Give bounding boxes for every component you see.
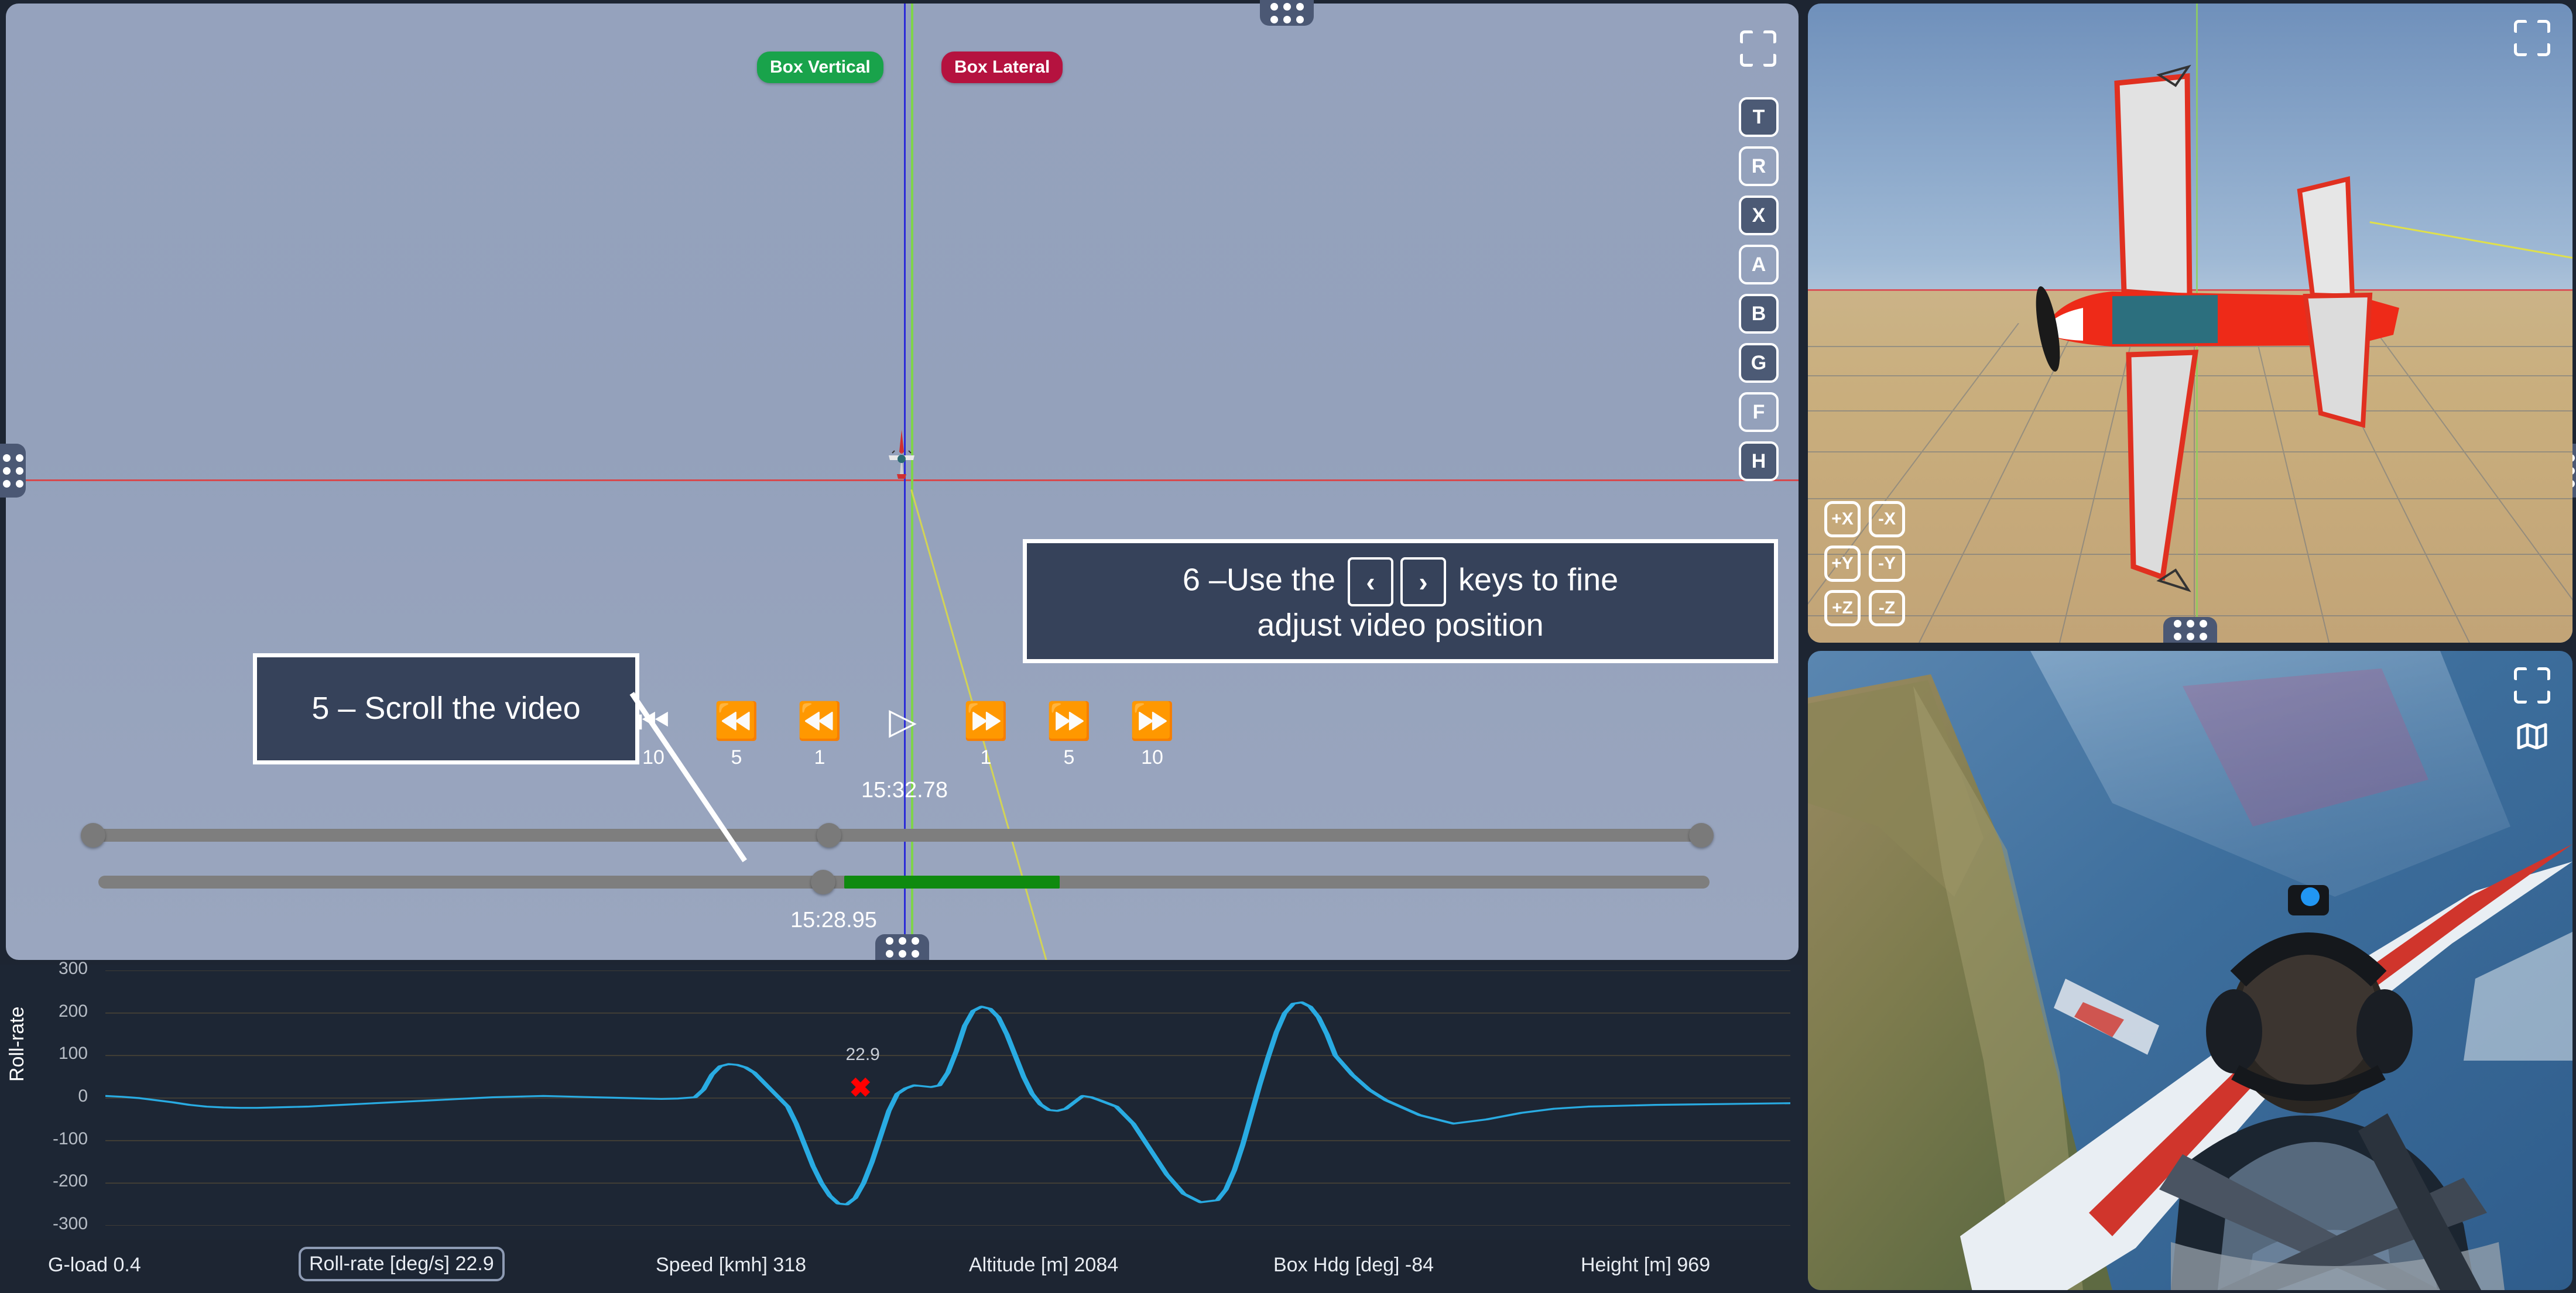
rewind-1-amount: 1 — [814, 746, 825, 769]
rewind-1-button[interactable]: ⏪ 1 — [778, 703, 861, 770]
panel3d-bottom-drag-handle[interactable] — [2163, 617, 2217, 643]
range-slider-knob-middle[interactable] — [817, 823, 841, 848]
forward-1-icon: ⏩ — [963, 701, 1009, 742]
fullscreen-icon-video-panel[interactable] — [2514, 667, 2550, 704]
rewind-1-icon: ⏪ — [797, 701, 842, 742]
key-button-f[interactable]: F — [1739, 392, 1779, 432]
skip-forward-10-amount: 10 — [1141, 746, 1163, 769]
status-box-hdg: Box Hdg [deg] -84 — [1273, 1254, 1434, 1276]
chart-y-tick: 100 — [58, 1044, 88, 1064]
callout-6-prefix: 6 –Use the — [1182, 562, 1335, 598]
key-left-arrow-icon: ‹ — [1348, 557, 1394, 606]
app-root: Box Vertical Box Lateral T R X A B G F H… — [0, 0, 2576, 1293]
status-altitude: Altitude [m] 2084 — [969, 1254, 1119, 1276]
callout-6-line2: adjust video position — [1257, 608, 1544, 643]
axis-button-plus-z[interactable]: +Z — [1824, 590, 1861, 626]
skip-forward-10-icon: ⏩ — [1129, 701, 1175, 742]
status-g-load: G-load 0.4 — [48, 1254, 141, 1276]
key-button-x[interactable]: X — [1739, 196, 1779, 235]
telemetry-status-bar: G-load 0.4 Roll-rate [deg/s] 22.9 Speed … — [0, 1240, 1802, 1293]
chart-y-tick: -300 — [52, 1214, 88, 1233]
fullscreen-icon-3d-panel[interactable] — [2514, 20, 2550, 56]
axis-button-minus-x[interactable]: -X — [1869, 501, 1905, 537]
playhead-slider-knob[interactable] — [811, 870, 835, 894]
chart-annotation-label: 22.9 — [845, 1045, 880, 1065]
play-amount — [861, 746, 944, 770]
view-mode-key-column: T R X A B G F H — [1739, 97, 1779, 481]
roll-rate-chart[interactable]: Roll-rate 300 200 100 0 -100 -200 -300 22.9 ✖ — [0, 959, 1802, 1240]
forward-5-amount: 5 — [1063, 746, 1075, 769]
playback-transport-controls: ⏮ 10 ⏪ 5 ⏪ 1 ▷ ⏩ 1 — [612, 703, 1197, 803]
forward-5-icon: ⏩ — [1046, 701, 1092, 742]
forward-5-button[interactable]: ⏩ 5 — [1027, 703, 1111, 770]
status-speed: Speed [kmh] 318 — [656, 1254, 807, 1276]
badge-box-lateral: Box Lateral — [941, 52, 1063, 83]
chart-y-tick: -200 — [52, 1171, 88, 1191]
range-slider-track[interactable] — [94, 829, 1710, 842]
viewport-top-drag-handle[interactable] — [1260, 0, 1314, 26]
axis-button-minus-z[interactable]: -Z — [1869, 590, 1905, 626]
rewind-5-amount: 5 — [731, 746, 742, 769]
key-button-h[interactable]: H — [1739, 441, 1779, 481]
axis-button-plus-x[interactable]: +X — [1824, 501, 1861, 537]
viewport-bottom-drag-handle[interactable] — [875, 934, 929, 960]
badge-box-vertical: Box Vertical — [757, 52, 883, 83]
video-time-bottom: 15:28.95 — [790, 908, 877, 932]
playhead-slider-fill — [844, 876, 1060, 889]
key-button-t[interactable]: T — [1739, 97, 1779, 137]
fullscreen-icon[interactable] — [1740, 30, 1776, 67]
aircraft-3d-model — [2036, 64, 2399, 592]
forward-1-amount: 1 — [980, 746, 992, 769]
rewind-5-button[interactable]: ⏪ 5 — [695, 703, 778, 770]
chart-line-series — [105, 970, 1790, 1226]
key-right-arrow-icon: › — [1400, 557, 1447, 606]
status-roll-rate[interactable]: Roll-rate [deg/s] 22.9 — [299, 1247, 505, 1281]
skip-forward-10-button[interactable]: ⏩ 10 — [1111, 703, 1194, 770]
cockpit-video-panel[interactable] — [1808, 651, 2572, 1290]
key-button-a[interactable]: A — [1739, 245, 1779, 284]
chart-y-tick: 200 — [58, 1001, 88, 1021]
chart-y-tick: 0 — [78, 1086, 88, 1106]
aircraft-marker-3d — [889, 430, 914, 479]
callout-6-suffix: keys to fine — [1458, 562, 1619, 598]
axis-orientation-pad: +X -X +Y -Y +Z -Z — [1824, 501, 1905, 626]
key-button-b[interactable]: B — [1739, 294, 1779, 334]
map-icon[interactable] — [2516, 722, 2548, 749]
axis-button-plus-y[interactable]: +Y — [1824, 546, 1861, 582]
chart-y-tick: 300 — [58, 959, 88, 978]
cockpit-video-frame — [1808, 651, 2572, 1290]
viewport-left-drag-handle[interactable] — [0, 444, 26, 498]
chart-y-tick: -100 — [52, 1129, 88, 1148]
axis-button-minus-y[interactable]: -Y — [1869, 546, 1905, 582]
rewind-5-icon: ⏪ — [714, 701, 759, 742]
aircraft-3d-panel[interactable]: +X -X +Y -Y +Z -Z — [1808, 4, 2572, 643]
forward-1-button[interactable]: ⏩ 1 — [944, 703, 1027, 770]
callout-arrow-keys: 6 –Use the ‹ › keys to fine adjust video … — [1023, 539, 1778, 663]
chart-plot-area: 22.9 ✖ — [105, 970, 1790, 1226]
range-slider-knob-start[interactable] — [81, 823, 105, 848]
callout-5-text: 5 – Scroll the video — [311, 691, 581, 726]
play-icon: ▷ — [889, 701, 917, 742]
key-button-g[interactable]: G — [1739, 343, 1779, 383]
main-3d-viewport[interactable]: Box Vertical Box Lateral T R X A B G F H… — [6, 4, 1799, 960]
callout-scroll-video: 5 – Scroll the video — [253, 653, 639, 764]
key-button-r[interactable]: R — [1739, 146, 1779, 186]
range-slider-knob-end[interactable] — [1689, 823, 1714, 848]
play-button[interactable]: ▷ — [861, 703, 944, 770]
chart-annotation-marker-icon: ✖ — [849, 1072, 872, 1103]
status-height: Height [m] 969 — [1581, 1254, 1711, 1276]
